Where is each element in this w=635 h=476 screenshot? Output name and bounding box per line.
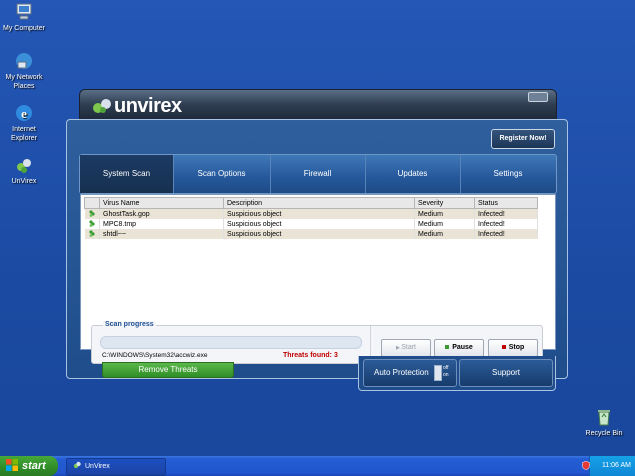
unvirex-icon: [17, 159, 31, 173]
desktop-icon-label: My Computer: [2, 25, 45, 32]
app-body: Register Now! System Scan Scan Options F…: [66, 119, 568, 379]
threat-cell: [84, 229, 100, 239]
virus-status: Infected!: [474, 208, 538, 219]
windows-flag-icon: [6, 459, 18, 471]
virus-severity: Medium: [414, 219, 475, 229]
toggle-labels: off on: [443, 365, 449, 379]
threat-icon: [89, 229, 95, 237]
unvirex-icon: [73, 461, 81, 469]
pause-button[interactable]: Pause: [434, 339, 484, 357]
table-row[interactable]: shtdl~~ Suspicious object Medium Infecte…: [84, 229, 538, 239]
start-label: Start: [401, 344, 417, 351]
taskbar: start UnVirex 11:06 AM: [0, 456, 635, 476]
virus-name: shtdl~~: [99, 229, 224, 239]
scan-progress-bar: [100, 336, 362, 349]
network-icon: [16, 53, 32, 69]
stop-label: Stop: [508, 344, 525, 351]
title-bar[interactable]: unvirex: [79, 89, 557, 123]
desktop-icon-label: Recycle Bin: [585, 430, 623, 437]
table-header-virus-name[interactable]: Virus Name: [99, 197, 224, 209]
svg-text:e: e: [21, 106, 27, 121]
table-header-description[interactable]: Description: [223, 197, 415, 209]
virus-table: Virus Name Description Severity Status G…: [84, 197, 538, 239]
threat-cell: [84, 208, 100, 219]
taskbar-item-label: UnVirex: [85, 463, 110, 470]
toggle-on-label: on: [443, 372, 449, 378]
taskbar-item-unvirex[interactable]: UnVirex: [66, 458, 166, 476]
stop-button[interactable]: Stop: [488, 339, 538, 357]
app-logo: unvirex: [92, 95, 182, 118]
table-row[interactable]: MPC8.tmp Suspicious object Medium Infect…: [84, 219, 538, 229]
virus-severity: Medium: [414, 229, 475, 239]
table-row[interactable]: GhostTask.gop Suspicious object Medium I…: [84, 208, 538, 219]
virus-description: Suspicious object: [223, 208, 415, 219]
virus-severity: Medium: [414, 208, 475, 219]
tab-settings[interactable]: Settings: [460, 155, 555, 193]
desktop-icon-unvirex[interactable]: UnVirex: [0, 155, 54, 186]
register-button[interactable]: Register Now!: [491, 129, 555, 149]
desktop-icon-my-computer[interactable]: My Computer: [0, 2, 54, 33]
desktop-icon-recycle-bin[interactable]: Recycle Bin: [574, 407, 634, 438]
system-tray: 11:06 AM: [582, 456, 635, 476]
table-header-row: Virus Name Description Severity Status: [84, 197, 538, 209]
current-scan-path: C:\WINDOWS\System32\accwiz.exe: [102, 352, 208, 359]
table-header-status[interactable]: Status: [474, 197, 538, 209]
desktop-icon-label: Internet Explorer: [10, 126, 38, 142]
desktop-icon-label: My Network Places: [5, 74, 43, 90]
tab-scan-options[interactable]: Scan Options: [175, 155, 268, 193]
start-menu-button[interactable]: start: [0, 456, 58, 476]
start-label: start: [22, 460, 46, 472]
recycle-bin-icon: [598, 410, 610, 426]
tab-system-scan[interactable]: System Scan: [80, 155, 174, 193]
desktop-icon-label: UnVirex: [11, 178, 37, 185]
shield-tray-icon[interactable]: [582, 461, 590, 470]
desktop-icon-network-places[interactable]: My Network Places: [0, 51, 54, 91]
remove-threats-button[interactable]: Remove Threats: [102, 362, 234, 378]
auto-protection-toggle[interactable]: [434, 365, 442, 381]
start-button[interactable]: ▶ Start: [381, 339, 431, 357]
minimize-button[interactable]: [528, 92, 548, 102]
desktop-icon-internet-explorer[interactable]: e Internet Explorer: [0, 103, 54, 143]
virus-name: GhostTask.gop: [99, 208, 224, 219]
logo-text: unvirex: [114, 95, 182, 117]
support-button[interactable]: Support: [459, 359, 553, 387]
internet-explorer-icon: e: [16, 105, 32, 121]
table-header-severity[interactable]: Severity: [414, 197, 475, 209]
threat-icon: [89, 219, 95, 227]
pause-label: Pause: [452, 344, 473, 351]
computer-icon: [16, 3, 32, 20]
virus-description: Suspicious object: [223, 229, 415, 239]
threat-cell: [84, 219, 100, 229]
clock: 11:06 AM: [601, 462, 631, 469]
bottom-bar: Auto Protection off on Support: [358, 356, 556, 391]
auto-protection-button[interactable]: Auto Protection off on: [363, 359, 457, 387]
toggle-off-label: off: [443, 365, 449, 371]
threats-found: Threats found: 3: [283, 352, 338, 359]
stop-icon: [501, 345, 506, 349]
auto-protection-label: Auto Protection: [374, 368, 429, 377]
logo-icon: [93, 99, 111, 113]
tab-updates[interactable]: Updates: [365, 155, 459, 193]
virus-name: MPC8.tmp: [99, 219, 224, 229]
threat-icon: [89, 209, 95, 217]
app-window: unvirex Register Now! System Scan Scan O…: [66, 89, 568, 391]
scan-progress-label: Scan progress: [103, 321, 156, 328]
virus-status: Infected!: [474, 219, 538, 229]
tab-firewall[interactable]: Firewall: [270, 155, 364, 193]
virus-description: Suspicious object: [223, 219, 415, 229]
pause-icon: [445, 345, 450, 349]
tab-bar: System Scan Scan Options Firewall Update…: [79, 154, 557, 194]
table-header-icon: [84, 197, 100, 209]
virus-status: Infected!: [474, 229, 538, 239]
